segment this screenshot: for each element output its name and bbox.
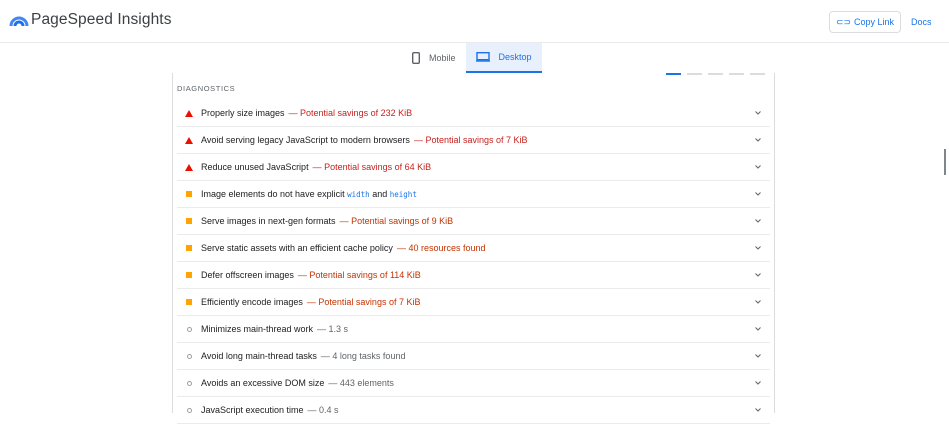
link-icon: ⊂⊃ — [835, 16, 852, 27]
audit-detail: — 443 elements — [328, 378, 394, 388]
chevron-down-icon — [755, 246, 761, 250]
audit-detail: — Potential savings of 232 KiB — [288, 108, 413, 118]
audit-title: Serve images in next-gen formats — [201, 216, 336, 226]
fail-triangle-icon — [185, 136, 193, 144]
pagespeed-logo-icon — [9, 16, 29, 27]
chevron-down-icon — [755, 381, 761, 385]
audit-title-text: Image elements do not have explicit — [201, 189, 345, 199]
average-square-icon — [186, 245, 192, 251]
audit-detail: — Potential savings of 9 KiB — [339, 216, 454, 226]
audit-title: Avoid long main-thread tasks — [201, 351, 317, 361]
audit-row[interactable]: Image elements do not have explicit widt… — [177, 181, 770, 208]
chevron-down-icon — [755, 327, 761, 331]
average-square-icon — [186, 272, 192, 278]
audit-row[interactable]: JavaScript execution time — 0.4 s — [177, 397, 770, 424]
audit-title-and: and — [372, 189, 388, 199]
pass-circle-icon — [186, 326, 192, 332]
mobile-icon — [412, 52, 420, 64]
fail-triangle-icon — [185, 109, 193, 117]
audit-title: Avoid serving legacy JavaScript to moder… — [201, 135, 410, 145]
pager-dash[interactable] — [708, 73, 723, 75]
audit-detail: — Potential savings of 114 KiB — [297, 270, 421, 280]
audit-title: Defer offscreen images — [201, 270, 294, 280]
average-square-icon — [186, 218, 192, 224]
report-pager — [666, 73, 765, 75]
chevron-down-icon — [755, 354, 761, 358]
audit-row[interactable]: Properly size images — Potential savings… — [177, 100, 770, 127]
audit-detail: — Potential savings of 7 KiB — [413, 135, 528, 145]
audit-detail: — Potential savings of 7 KiB — [306, 297, 421, 307]
docs-link[interactable]: Docs — [911, 17, 932, 27]
audit-list: Properly size images — Potential savings… — [177, 100, 770, 424]
copy-link-button[interactable]: ⊂⊃ Copy Link — [829, 11, 901, 33]
chevron-down-icon — [755, 192, 761, 196]
desktop-icon — [475, 52, 490, 62]
chevron-down-icon — [755, 219, 761, 223]
pass-circle-icon — [186, 380, 192, 386]
tab-mobile-label: Mobile — [429, 53, 456, 63]
audit-title: Avoids an excessive DOM size — [201, 378, 325, 388]
chevron-down-icon — [755, 111, 761, 115]
tab-mobile[interactable]: Mobile — [402, 43, 466, 73]
fail-triangle-icon — [185, 163, 193, 171]
section-title: DIAGNOSTICS — [177, 84, 236, 93]
average-square-icon — [186, 299, 192, 305]
audit-row[interactable]: Avoid long main-thread tasks — 4 long ta… — [177, 343, 770, 370]
pager-dash[interactable] — [750, 73, 765, 75]
audit-row[interactable]: Defer offscreen images — Potential savin… — [177, 262, 770, 289]
audit-detail: — 4 long tasks found — [320, 351, 406, 361]
audit-detail: — 40 resources found — [396, 243, 486, 253]
app-title: PageSpeed Insights — [31, 11, 172, 28]
audit-row[interactable]: Serve images in next-gen formats — Poten… — [177, 208, 770, 235]
audit-row[interactable]: Efficiently encode images — Potential sa… — [177, 289, 770, 316]
pager-dash[interactable] — [687, 73, 702, 75]
audit-row[interactable]: Minimizes main-thread work — 1.3 s — [177, 316, 770, 343]
tab-desktop[interactable]: Desktop — [465, 43, 542, 73]
copy-link-label: Copy Link — [854, 17, 895, 27]
audit-detail: — Potential savings of 64 KiB — [312, 162, 432, 172]
device-tabs: Mobile Desktop — [402, 43, 542, 73]
audit-detail: — 1.3 s — [317, 324, 349, 334]
chevron-down-icon — [755, 138, 761, 142]
top-bar: PageSpeed Insights ⊂⊃ Copy Link Docs — [0, 0, 949, 43]
scrollbar-thumb[interactable] — [944, 149, 946, 175]
pass-circle-icon — [186, 353, 192, 359]
audit-title: Efficiently encode images — [201, 297, 303, 307]
code-height: height — [389, 190, 417, 199]
audit-title: Image elements do not have explicit widt… — [201, 189, 417, 199]
audit-title: Serve static assets with an efficient ca… — [201, 243, 393, 253]
chevron-down-icon — [755, 408, 761, 412]
pass-circle-icon — [186, 407, 192, 413]
chevron-down-icon — [755, 273, 761, 277]
audit-title: Minimizes main-thread work — [201, 324, 314, 334]
audit-row[interactable]: Avoids an excessive DOM size — 443 eleme… — [177, 370, 770, 397]
pager-dash[interactable] — [729, 73, 744, 75]
chevron-down-icon — [755, 165, 761, 169]
audit-title: Properly size images — [201, 108, 285, 118]
code-width: width — [347, 190, 370, 199]
chevron-down-icon — [755, 300, 761, 304]
tab-desktop-label: Desktop — [498, 52, 532, 62]
pager-dash[interactable] — [666, 73, 681, 75]
audit-title: Reduce unused JavaScript — [201, 162, 309, 172]
report-panel: DIAGNOSTICS Properly size images — Poten… — [172, 73, 775, 424]
audit-row[interactable]: Reduce unused JavaScript — Potential sav… — [177, 154, 770, 181]
audit-row[interactable]: Serve static assets with an efficient ca… — [177, 235, 770, 262]
audit-row[interactable]: Avoid serving legacy JavaScript to moder… — [177, 127, 770, 154]
average-square-icon — [186, 191, 192, 197]
